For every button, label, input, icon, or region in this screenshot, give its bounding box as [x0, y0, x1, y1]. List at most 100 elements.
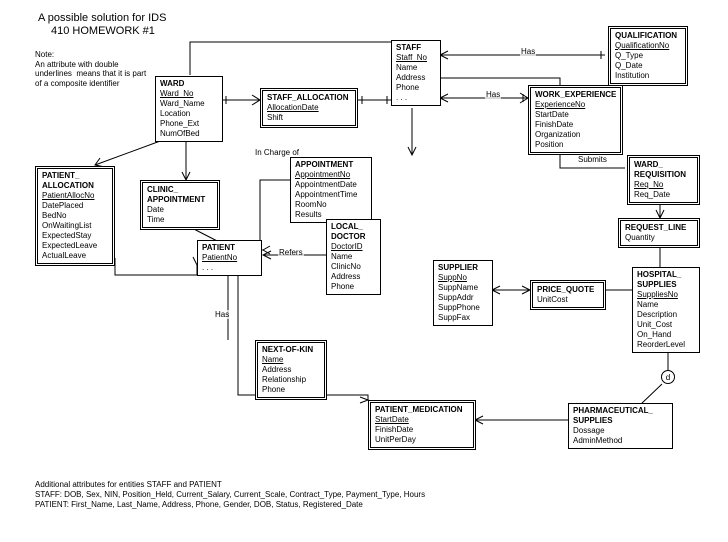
entity-attr: Ward_No	[160, 89, 218, 99]
rel-label-refers: Refers	[278, 248, 304, 257]
entity-attr: Q_Date	[615, 61, 681, 71]
entity-attr: Relationship	[262, 375, 320, 385]
entity-attr: ClinicNo	[331, 262, 376, 272]
entity-attr: FinishDate	[375, 425, 469, 435]
rel-label-submits: Submits	[577, 155, 608, 164]
entity-staff: STAFFStaff_NoNameAddressPhone. . .	[391, 40, 441, 106]
entity-attr: Quantity	[625, 233, 693, 243]
page-title-line2: 410 HOMEWORK #1	[51, 25, 155, 37]
entity-attr: Name	[396, 63, 436, 73]
footer-patient: PATIENT: First_Name, Last_Name, Address,…	[35, 500, 363, 510]
entity-hospital-supplies: HOSPITAL_ SUPPLIESSuppliesNoNameDescript…	[632, 267, 700, 353]
entity-attr: ReorderLevel	[637, 340, 695, 350]
entity-attr: Institution	[615, 71, 681, 81]
rel-label-has-qual: Has	[520, 47, 536, 56]
entity-name: PRICE_QUOTE	[537, 285, 599, 295]
entity-qualification: QUALIFICATIONQualificationNoQ_TypeQ_Date…	[608, 26, 688, 86]
entity-attr: Address	[396, 73, 436, 83]
entity-attr: . . .	[202, 263, 257, 273]
entity-attr: Description	[637, 310, 695, 320]
entity-name: REQUEST_LINE	[625, 223, 693, 233]
entity-name: PATIENT_ ALLOCATION	[42, 171, 108, 191]
entity-pharmaceutical-supplies: PHARMACEUTICAL_ SUPPLIESDossageAdminMeth…	[568, 403, 673, 449]
entity-next-of-kin: NEXT-OF-KINNameAddressRelationshipPhone	[255, 340, 327, 400]
entity-attr: ExpectedLeave	[42, 241, 108, 251]
entity-attr: QualificationNo	[615, 41, 681, 51]
entity-attr: SuppAddr	[438, 293, 488, 303]
entity-work-experience: WORK_EXPERIENCEExperienceNoStartDateFini…	[528, 85, 623, 155]
entity-attr: . . .	[396, 93, 436, 103]
note-text: Note: An attribute with double underline…	[35, 50, 146, 88]
entity-attr: Phone	[331, 282, 376, 292]
entity-attr: SuppName	[438, 283, 488, 293]
entity-attr: AdminMethod	[573, 436, 668, 446]
entity-attr: FinishDate	[535, 120, 616, 130]
entity-name: STAFF_ALLOCATION	[267, 93, 351, 103]
footer-staff: STAFF: DOB, Sex, NIN, Position_Held, Cur…	[35, 490, 425, 500]
entity-attr: Address	[262, 365, 320, 375]
entity-attr: AppointmentTime	[295, 190, 367, 200]
subtype-d-symbol: d	[661, 370, 675, 384]
entity-name: SUPPLIER	[438, 263, 488, 273]
entity-attr: Organization	[535, 130, 616, 140]
entity-attr: AllocationDate	[267, 103, 351, 113]
entity-attr: SuppliesNo	[637, 290, 695, 300]
entity-attr: OnWaitingList	[42, 221, 108, 231]
entity-attr: Shift	[267, 113, 351, 123]
entity-attr: Name	[637, 300, 695, 310]
entity-attr: Ward_Name	[160, 99, 218, 109]
entity-attr: Unit_Cost	[637, 320, 695, 330]
entity-attr: Dossage	[573, 426, 668, 436]
entity-attr: AppointmentNo	[295, 170, 367, 180]
entity-attr: Name	[331, 252, 376, 262]
entity-attr: SuppFax	[438, 313, 488, 323]
entity-attr: PatientAllocNo	[42, 191, 108, 201]
page-title-line1: A possible solution for IDS	[38, 12, 166, 24]
entity-name: WARD_ REQUISITION	[634, 160, 693, 180]
entity-attr: SuppNo	[438, 273, 488, 283]
entity-name: PHARMACEUTICAL_ SUPPLIES	[573, 406, 668, 426]
entity-attr: Q_Type	[615, 51, 681, 61]
footer-heading: Additional attributes for entities STAFF…	[35, 480, 222, 490]
entity-attr: Staff_No	[396, 53, 436, 63]
entity-attr: Req_No	[634, 180, 693, 190]
entity-name: CLINIC_ APPOINTMENT	[147, 185, 213, 205]
entity-price-quote: PRICE_QUOTEUnitCost	[530, 280, 606, 310]
entity-supplier: SUPPLIERSuppNoSuppNameSuppAddrSuppPhoneS…	[433, 260, 493, 326]
entity-attr: DatePlaced	[42, 201, 108, 211]
entity-attr: Date	[147, 205, 213, 215]
entity-attr: Position	[535, 140, 616, 150]
entity-attr: BedNo	[42, 211, 108, 221]
entity-patient-medication: PATIENT_MEDICATIONStartDateFinishDateUni…	[368, 400, 476, 450]
entity-clinic-appointment: CLINIC_ APPOINTMENTDateTime	[140, 180, 220, 230]
entity-name: STAFF	[396, 43, 436, 53]
entity-attr: StartDate	[375, 415, 469, 425]
entity-staff-allocation: STAFF_ALLOCATIONAllocationDateShift	[260, 88, 358, 128]
entity-attr: UnitCost	[537, 295, 599, 305]
entity-attr: Phone	[396, 83, 436, 93]
entity-attr: Name	[262, 355, 320, 365]
entity-attr: RoomNo	[295, 200, 367, 210]
entity-attr: Phone	[262, 385, 320, 395]
entity-attr: Time	[147, 215, 213, 225]
entity-name: PATIENT	[202, 243, 257, 253]
entity-attr: ExperienceNo	[535, 100, 616, 110]
entity-ward-requisition: WARD_ REQUISITIONReq_NoReq_Date	[627, 155, 700, 205]
entity-attr: Phone_Ext	[160, 119, 218, 129]
entity-attr: UnitPerDay	[375, 435, 469, 445]
entity-name: WORK_EXPERIENCE	[535, 90, 616, 100]
entity-name: WARD	[160, 79, 218, 89]
entity-local-doctor: LOCAL_ DOCTORDoctorIDNameClinicNoAddress…	[326, 219, 381, 295]
entity-attr: ActualLeave	[42, 251, 108, 261]
entity-name: PATIENT_MEDICATION	[375, 405, 469, 415]
entity-attr: Location	[160, 109, 218, 119]
entity-attr: AppointmentDate	[295, 180, 367, 190]
entity-name: HOSPITAL_ SUPPLIES	[637, 270, 695, 290]
entity-patient: PATIENTPatientNo. . .	[197, 240, 262, 276]
rel-label-in-charge: In Charge of	[254, 148, 300, 157]
entity-request-line: REQUEST_LINEQuantity	[618, 218, 700, 248]
entity-ward: WARDWard_NoWard_NameLocationPhone_ExtNum…	[155, 76, 223, 142]
entity-attr: SuppPhone	[438, 303, 488, 313]
entity-attr: On_Hand	[637, 330, 695, 340]
rel-label-has-exp: Has	[485, 90, 501, 99]
